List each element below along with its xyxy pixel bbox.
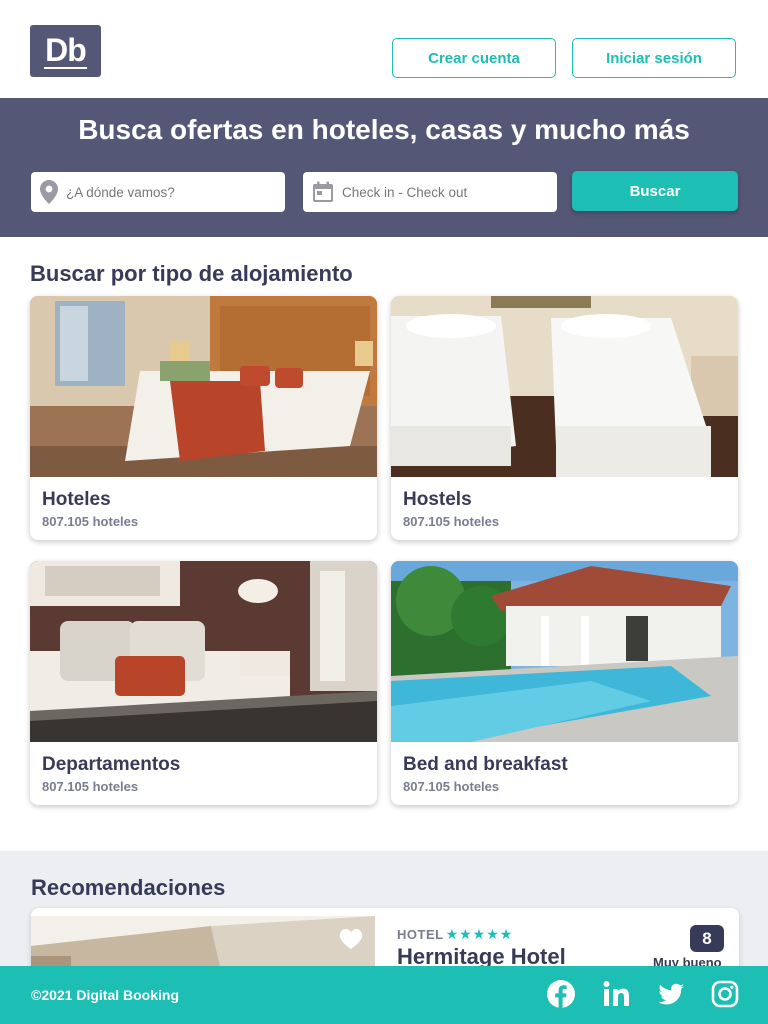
linkedin-icon[interactable] (603, 980, 631, 1008)
create-account-button[interactable]: Crear cuenta (392, 38, 556, 78)
heart-icon[interactable] (339, 928, 363, 950)
twitter-icon[interactable] (657, 980, 685, 1008)
category-count: 807.105 hoteles (42, 779, 139, 794)
category-card-hoteles[interactable]: Hoteles 807.105 hoteles (30, 296, 377, 540)
facebook-icon[interactable] (547, 980, 575, 1008)
search-section: Busca ofertas en hoteles, casas y mucho … (0, 98, 768, 237)
dates-input[interactable]: Check in - Check out (303, 172, 557, 212)
category-title: Bed and breakfast (403, 754, 568, 775)
location-pin-icon (40, 180, 58, 204)
login-button[interactable]: Iniciar sesión (572, 38, 736, 78)
category-title: Departamentos (42, 754, 181, 775)
category-title: Hostels (403, 489, 472, 510)
logo-text: Db (44, 32, 87, 69)
categories-title: Buscar por tipo de alojamiento (30, 261, 353, 286)
category-count: 807.105 hoteles (403, 779, 500, 794)
instagram-icon[interactable] (711, 980, 739, 1008)
star-rating: ★★★★★ (445, 926, 514, 942)
destination-input[interactable]: ¿A dónde vamos? (31, 172, 285, 212)
calendar-icon (313, 181, 333, 202)
dates-placeholder: Check in - Check out (342, 184, 468, 200)
copyright-text: ©2021 Digital Booking (31, 987, 180, 1003)
category-image-bed-and-breakfast (391, 561, 738, 742)
category-image-hoteles (30, 296, 377, 477)
search-button[interactable]: Buscar (572, 171, 738, 211)
category-card-bed-and-breakfast[interactable]: Bed and breakfast 807.105 hoteles (391, 561, 738, 805)
recommendation-category: HOTEL ★★★★★ (397, 926, 513, 943)
footer: ©2021 Digital Booking (0, 966, 768, 1024)
category-card-hostels[interactable]: Hostels 807.105 hoteles (391, 296, 738, 540)
recommendation-category-label: HOTEL (397, 927, 444, 942)
category-image-hostels (391, 296, 738, 477)
recommendations-title: Recomendaciones (31, 875, 226, 900)
search-title: Busca ofertas en hoteles, casas y mucho … (78, 114, 690, 145)
category-count: 807.105 hoteles (42, 514, 139, 529)
destination-placeholder: ¿A dónde vamos? (66, 184, 175, 200)
category-card-departamentos[interactable]: Departamentos 807.105 hoteles (30, 561, 377, 805)
score-badge: 8 (690, 925, 724, 952)
header: Db Crear cuenta Iniciar sesión (0, 0, 768, 98)
category-title: Hoteles (42, 489, 111, 510)
category-image-departamentos (30, 561, 377, 742)
category-count: 807.105 hoteles (403, 514, 500, 529)
logo[interactable]: Db (30, 25, 101, 77)
